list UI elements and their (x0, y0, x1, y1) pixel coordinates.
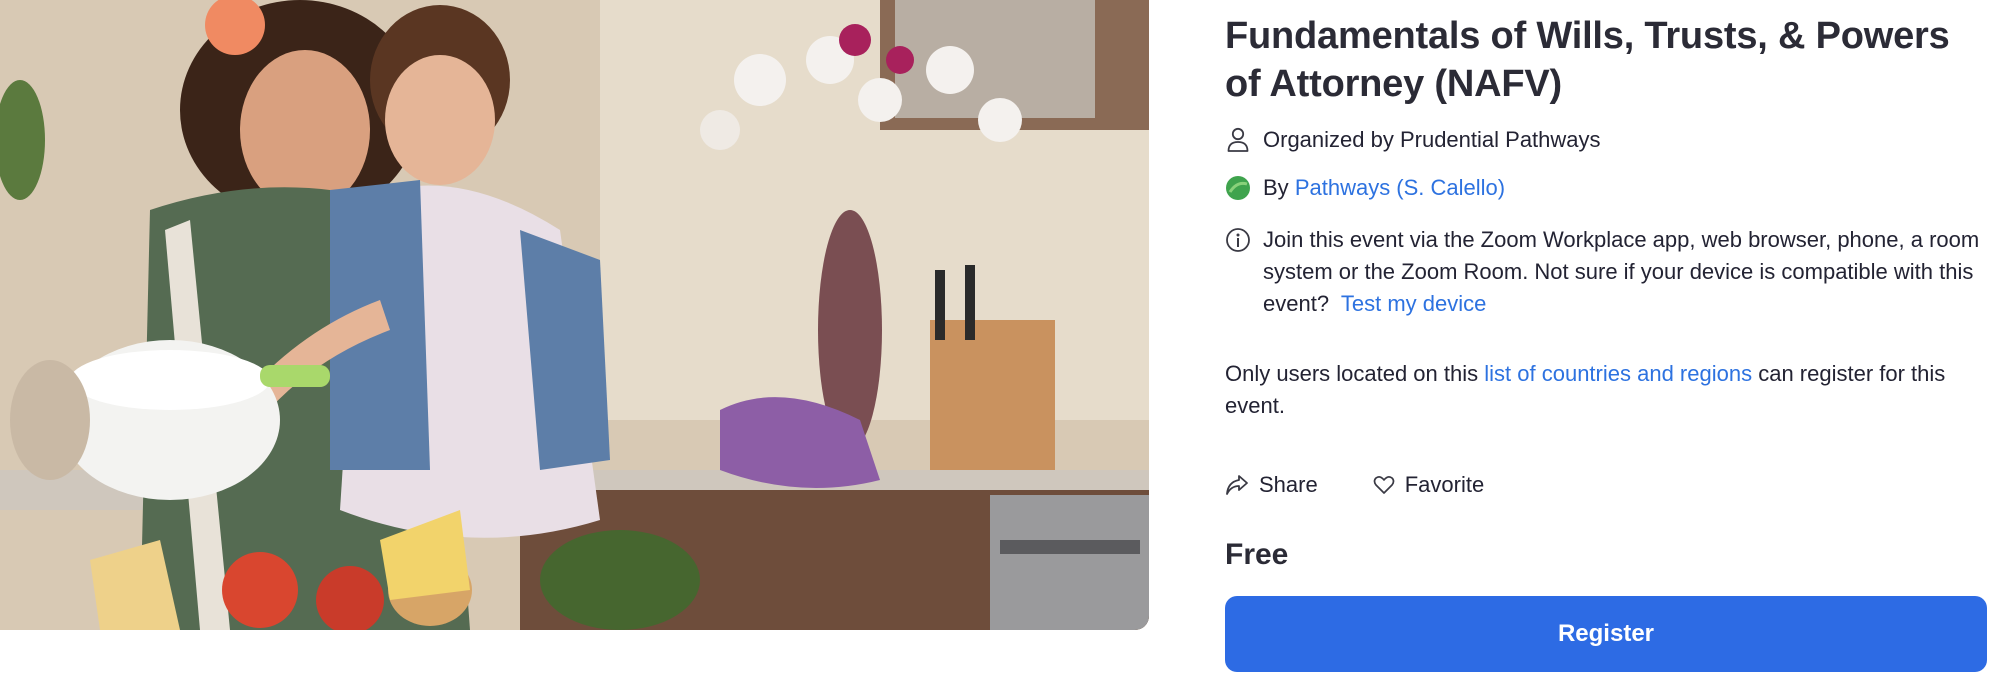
region-prefix: Only users located on this (1225, 361, 1479, 386)
host-link[interactable]: Pathways (S. Calello) (1295, 172, 1505, 204)
share-arrow-icon (1226, 475, 1248, 495)
favorite-label: Favorite (1404, 472, 1485, 497)
event-hero-image (0, 0, 1149, 630)
event-details-panel: Fundamentals of Wills, Trusts, & Powers … (1225, 12, 1990, 572)
organizer-text: Organized by Prudential Pathways (1263, 127, 1601, 152)
event-title: Fundamentals of Wills, Trusts, & Powers … (1225, 15, 1950, 105)
host-prefix: By (1263, 175, 1289, 200)
host-row: By Pathways (S. Calello) (1225, 172, 1990, 204)
zoom-info-row: Join this event via the Zoom Workplace a… (1225, 224, 1990, 320)
organizer-row: Organized by Prudential Pathways (1225, 124, 1990, 156)
event-page: Fundamentals of Wills, Trusts, & Powers … (0, 0, 2000, 686)
countries-regions-link[interactable]: list of countries and regions (1484, 361, 1752, 386)
green-avatar-icon (1225, 172, 1251, 204)
event-price: Free (1225, 538, 1289, 571)
info-icon (1225, 224, 1251, 256)
heart-icon (1373, 476, 1395, 494)
zoom-info-text: Join this event via the Zoom Workplace a… (1263, 224, 1990, 320)
person-icon (1225, 124, 1251, 156)
register-button[interactable]: Register (1225, 596, 1987, 672)
event-actions: Share Favorite (1225, 472, 1990, 498)
share-label: Share (1259, 472, 1318, 497)
favorite-button[interactable]: Favorite (1373, 472, 1484, 498)
share-button[interactable]: Share (1225, 472, 1318, 498)
test-device-link[interactable]: Test my device (1341, 291, 1487, 316)
hero-illustration (0, 0, 1149, 630)
region-restriction-text: Only users located on this list of count… (1225, 358, 1990, 422)
